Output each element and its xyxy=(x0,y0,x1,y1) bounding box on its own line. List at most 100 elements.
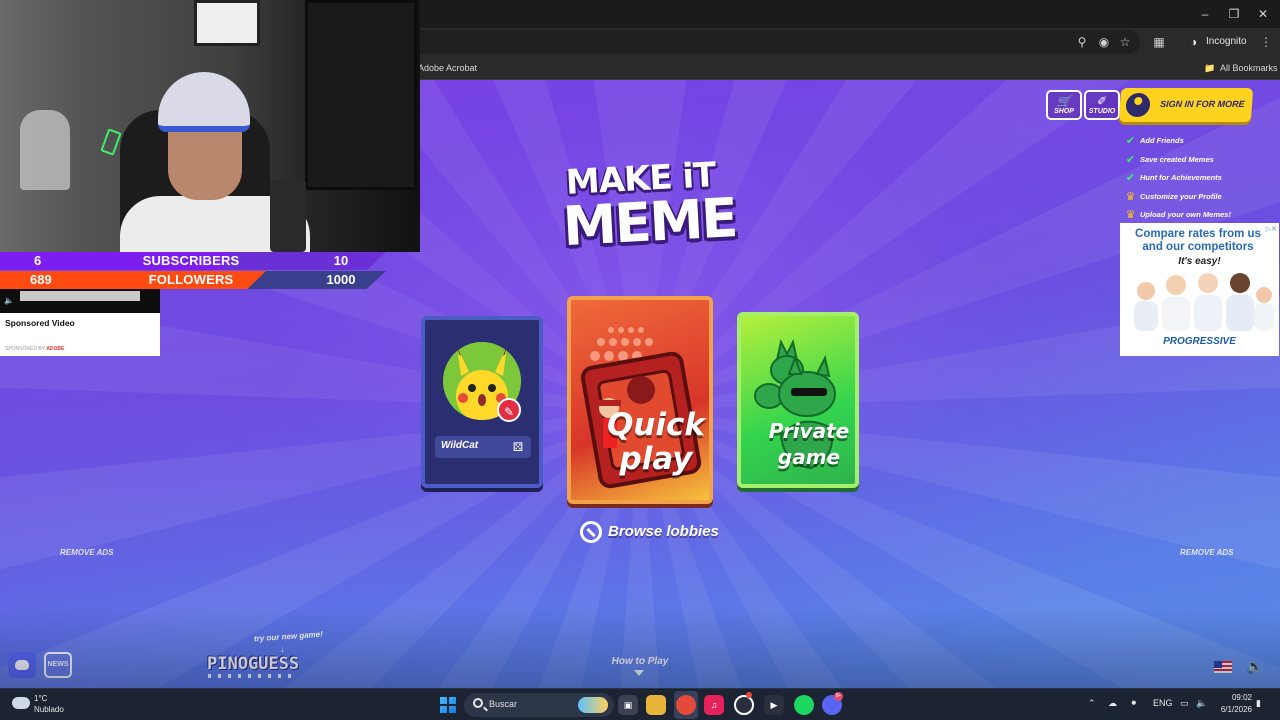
globe-icon xyxy=(580,521,602,543)
followers-goal-bar: 689 FOLLOWERS 1000 xyxy=(0,271,386,289)
pinoguess-dots xyxy=(208,674,298,678)
task-view-icon[interactable]: ▣ xyxy=(618,695,638,715)
clock-date[interactable]: 6/1/2026 xyxy=(1212,705,1252,714)
windows-start-icon[interactable] xyxy=(440,697,456,713)
news-button[interactable]: NEWS xyxy=(44,652,72,678)
notification-icon[interactable]: ▮ xyxy=(1256,698,1261,709)
volume-icon[interactable]: 🔈 xyxy=(1196,698,1207,709)
logo-line-2: MEME xyxy=(561,186,738,259)
perk-label: Save created Memes xyxy=(1140,154,1214,164)
chevron-down-icon[interactable] xyxy=(634,670,644,676)
restore-icon[interactable]: ❐ xyxy=(1219,4,1249,24)
microphone-icon[interactable]: ⚫ xyxy=(1130,698,1138,709)
taskbar-search[interactable]: Buscar xyxy=(464,693,614,717)
folder-icon: 📁 xyxy=(1204,63,1216,73)
weather-temperature[interactable]: 1°C xyxy=(34,694,47,703)
shop-button[interactable]: 🛒 SHOP xyxy=(1046,90,1082,120)
ad-video-preview xyxy=(20,291,140,301)
ad-brand: PROGRESSIVE xyxy=(1163,336,1236,347)
shelf xyxy=(305,0,417,190)
ad-sponsor-prefix: SPONSORED BY xyxy=(5,346,45,352)
edit-avatar-icon[interactable]: ✎ xyxy=(497,398,521,422)
recording-indicator xyxy=(746,692,752,698)
followers-goal: 1000 xyxy=(326,272,356,287)
ad-subline: It's easy! xyxy=(1178,256,1221,267)
sponsored-video-ad[interactable]: 🔈 Sponsored Video SPONSORED BY ADOBE xyxy=(0,289,160,356)
private-game-button[interactable]: Private game xyxy=(737,312,859,488)
obs-icon[interactable] xyxy=(734,695,754,715)
star-icon[interactable]: ☆ xyxy=(1117,34,1133,50)
speaker-icon[interactable]: 🔈 xyxy=(1246,658,1263,675)
streamer-face xyxy=(168,130,242,200)
sign-in-button[interactable]: SIGN IN FOR MORE xyxy=(1118,88,1254,122)
check-icon: ✔ xyxy=(1125,153,1136,166)
bookmark-adobe-acrobat[interactable]: Adobe Acrobat xyxy=(418,61,477,75)
address-bar[interactable] xyxy=(420,30,1140,54)
clock-time[interactable]: 09:02 xyxy=(1218,693,1252,702)
game-controller-icon[interactable]: ▶ xyxy=(764,695,784,715)
studio-button[interactable]: ✐ STUDIO xyxy=(1084,90,1120,120)
dice-icon[interactable]: ⚄ xyxy=(511,440,525,454)
perk-label: Upload your own Memes! xyxy=(1140,210,1231,220)
streamer-cap xyxy=(158,72,250,132)
user-icon xyxy=(1125,93,1151,117)
minimize-icon[interactable]: – xyxy=(1190,4,1220,24)
cloud-icon[interactable] xyxy=(12,697,30,709)
discord-icon[interactable] xyxy=(8,652,36,678)
followers-current: 689 xyxy=(30,272,52,287)
subscribers-label: SUBSCRIBERS xyxy=(142,253,240,268)
file-explorer-icon[interactable] xyxy=(646,695,666,715)
chrome-icon[interactable] xyxy=(676,695,696,715)
side-panel-icon[interactable]: ▦ xyxy=(1151,34,1167,50)
how-to-play-link[interactable]: How to Play xyxy=(610,656,670,667)
quick-play-button[interactable]: Quick play xyxy=(567,296,713,504)
progressive-ad[interactable]: ▷✕ Compare rates from us and our competi… xyxy=(1120,223,1279,356)
subscribers-current: 6 xyxy=(34,253,42,268)
tiktok-icon[interactable]: ♫ xyxy=(704,695,724,715)
remove-ads-right-link[interactable]: REMOVE ADS xyxy=(1180,548,1234,557)
crown-icon: ♛ xyxy=(1125,209,1136,222)
browse-lobbies-button[interactable]: Browse lobbies xyxy=(580,520,719,544)
spotify-icon[interactable] xyxy=(794,695,814,715)
quick-play-label: Quick play xyxy=(606,407,706,477)
language-indicator[interactable]: ENG xyxy=(1153,698,1173,708)
search-icon xyxy=(473,698,483,708)
profile-card[interactable]: ✎ WildCat ⚄ xyxy=(421,316,543,488)
list-item: ✔ Save created Memes xyxy=(1124,153,1274,172)
username-text: WildCat xyxy=(441,440,479,451)
ad-title: Sponsored Video xyxy=(5,318,75,328)
cart-icon: 🛒 xyxy=(1056,94,1072,108)
browse-lobbies-label: Browse lobbies xyxy=(608,523,719,540)
led-glow xyxy=(100,128,122,156)
eye-off-icon[interactable]: ◉ xyxy=(1096,34,1112,50)
perk-label: Add Friends xyxy=(1140,136,1184,145)
incognito-indicator[interactable]: Incognito xyxy=(1186,33,1247,51)
try-new-game-text: try our new game! xyxy=(253,629,324,644)
remove-ads-left-link[interactable]: REMOVE ADS xyxy=(60,548,114,557)
onedrive-icon[interactable]: ☁ xyxy=(1108,698,1117,709)
pinoguess-logo[interactable]: PINOGUESS xyxy=(207,654,299,674)
us-flag-icon[interactable] xyxy=(1214,661,1232,673)
ad-sponsor-line: SPONSORED BY ADOBE xyxy=(5,346,64,352)
subscribers-goal: 10 xyxy=(333,253,349,268)
crown-icon: ♛ xyxy=(1125,190,1136,203)
zoom-icon[interactable]: ⚲ xyxy=(1074,34,1090,50)
webcam-overlay xyxy=(0,0,420,252)
ad-people-image xyxy=(1134,273,1274,331)
weather-description[interactable]: Nublado xyxy=(34,705,64,714)
username-field[interactable]: WildCat ⚄ xyxy=(435,436,531,458)
sign-in-label: SIGN IN FOR MORE xyxy=(1159,99,1245,109)
search-placeholder: Buscar xyxy=(489,699,518,709)
close-icon[interactable]: ✕ xyxy=(1248,4,1278,24)
studio-icon: ✐ xyxy=(1096,94,1108,108)
menu-kebab-icon[interactable]: ⋮ xyxy=(1258,34,1274,50)
check-icon: ✔ xyxy=(1125,135,1136,147)
taskbar: 1°C Nublado Buscar ▣ ♫ ▶ 9+ ⌃ ☁ ⚫ ENG ▭ … xyxy=(0,688,1280,720)
check-icon: ✔ xyxy=(1125,172,1136,185)
tray-overflow-icon[interactable]: ⌃ xyxy=(1088,698,1096,709)
ad-video-player[interactable]: 🔈 xyxy=(0,289,160,313)
volume-icon[interactable]: 🔈 xyxy=(4,296,14,305)
subscribers-goal-bar: 6 SUBSCRIBERS 10 xyxy=(0,252,386,270)
monitor-icon[interactable]: ▭ xyxy=(1180,698,1189,709)
all-bookmarks[interactable]: All Bookmarks xyxy=(1220,61,1278,75)
